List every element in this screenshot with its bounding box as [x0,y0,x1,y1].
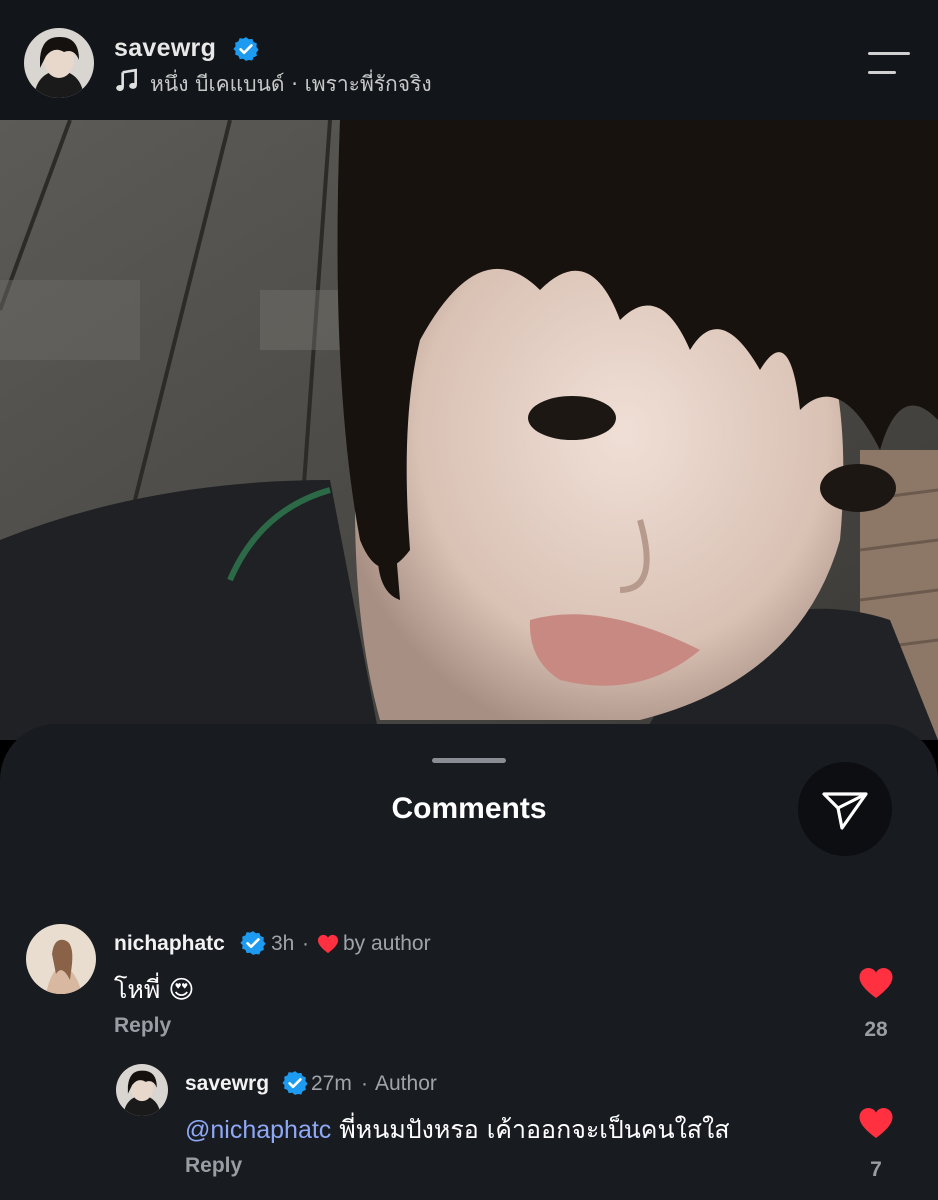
like-count: 28 [864,1018,888,1041]
verified-badge-icon [282,1071,308,1095]
comment-time: 3h [271,932,295,955]
reply-time: 27m [311,1072,352,1095]
author-avatar[interactable] [24,28,94,98]
menu-icon[interactable] [866,50,912,76]
verified-badge-icon [233,37,259,61]
like-heart-icon[interactable] [858,1106,894,1140]
heart-eyes-emoji: 😍 [168,975,195,1004]
story-photo [0,120,938,740]
music-track[interactable]: หนึ่ง บีเคแบนด์ · เพราะพี่รักจริง [150,68,432,101]
separator-dot: · [361,1072,368,1095]
comments-sheet: Comments nichaphatc 3h · by author โหพี่… [0,724,938,1200]
separator-dot: · [302,932,309,955]
comment-text-body: โหพี่ [114,975,161,1004]
author-username[interactable]: savewrg [114,34,216,63]
verified-badge-icon [240,931,266,955]
author-label: Author [375,1072,437,1095]
liked-by-author-label: by author [343,932,431,955]
send-icon [822,792,868,830]
reply-username[interactable]: savewrg [185,1072,269,1096]
like-count: 7 [870,1158,882,1181]
story-header: savewrg หนึ่ง บีเคแบนด์ · เพราะพี่รักจริ… [0,0,938,120]
comment-text: โหพี่ 😍 [114,970,194,1010]
share-button[interactable] [798,762,892,856]
music-note-icon [116,68,137,92]
reply-avatar[interactable] [116,1064,168,1116]
reply-text-body: พี่หนมปังหรอ เค้าออกจะเป็นคนใสใส [339,1115,730,1144]
like-heart-icon[interactable] [858,966,894,1000]
reply-button[interactable]: Reply [114,1014,171,1038]
comment-username[interactable]: nichaphatc [114,932,225,956]
reply-button[interactable]: Reply [185,1154,242,1178]
reply-text: @nichaphatc พี่หนมปังหรอ เค้าออกจะเป็นคน… [185,1110,730,1150]
liked-by-author-heart-icon [318,934,338,954]
commenter-avatar[interactable] [26,924,96,994]
mention-link[interactable]: @nichaphatc [185,1116,331,1144]
drag-handle[interactable] [432,758,506,763]
